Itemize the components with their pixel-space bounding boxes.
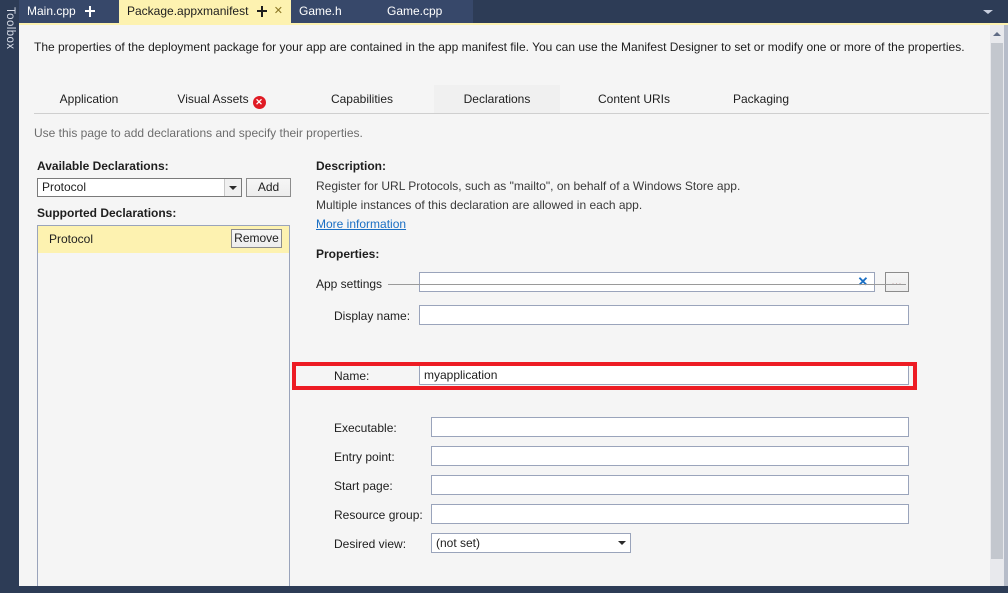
available-declarations-value: Protocol <box>42 180 87 194</box>
more-information-link[interactable]: More information <box>316 217 406 231</box>
tab-capabilities[interactable]: Capabilities <box>307 85 417 113</box>
designer-right-edge <box>1004 25 1008 586</box>
name-label: Name: <box>334 369 370 383</box>
document-tab-label: Game.cpp <box>387 4 443 18</box>
entry-point-input[interactable] <box>431 446 909 466</box>
name-input[interactable]: myapplication <box>419 365 909 385</box>
remove-declaration-button[interactable]: Remove <box>231 229 282 248</box>
start-page-label: Start page: <box>334 479 393 493</box>
name-value: myapplication <box>424 368 498 382</box>
tab-label: Content URIs <box>597 92 671 106</box>
tab-label: Declarations <box>463 92 531 106</box>
properties-label: Properties: <box>316 247 380 261</box>
entry-point-label: Entry point: <box>334 450 395 464</box>
tab-visual-assets[interactable]: Visual Assets ✕ <box>159 85 284 113</box>
resource-group-input[interactable] <box>431 504 909 524</box>
document-tab-label: Package.appxmanifest <box>127 4 249 18</box>
desired-view-combobox[interactable]: (not set) <box>431 533 631 553</box>
tab-label: Visual Assets <box>177 92 249 106</box>
logo-input[interactable]: ✕ <box>419 272 875 292</box>
tab-overflow-button[interactable] <box>978 0 998 23</box>
chevron-down-icon[interactable] <box>614 534 630 552</box>
page-hint-text: Use this page to add declarations and sp… <box>34 126 363 140</box>
display-name-input[interactable] <box>419 305 909 325</box>
document-tab-package-appxmanifest[interactable]: Package.appxmanifest ✕ <box>119 0 291 23</box>
supported-declarations-label: Supported Declarations: <box>37 206 177 220</box>
designer-tab-strip: Application Visual Assets ✕ Capabilities … <box>34 85 989 114</box>
document-tab-game-h[interactable]: Game.h <box>291 0 381 23</box>
list-item-label: Protocol <box>49 232 94 246</box>
app-settings-group-line <box>316 284 906 285</box>
executable-input[interactable] <box>431 417 909 437</box>
document-tab-game-cpp[interactable]: Game.cpp <box>379 0 473 23</box>
resource-group-label: Resource group: <box>334 508 423 522</box>
document-tab-label: Main.cpp <box>27 4 76 18</box>
pin-icon[interactable] <box>257 6 268 17</box>
vertical-scrollbar[interactable] <box>990 25 1004 586</box>
description-line-2: Multiple instances of this declaration a… <box>316 198 643 212</box>
description-label: Description: <box>316 159 387 173</box>
logo-browse-button[interactable]: … <box>885 272 909 292</box>
toolbox-label[interactable]: Toolbox <box>0 4 19 114</box>
desired-view-label: Desired view: <box>334 537 407 551</box>
tab-application[interactable]: Application <box>34 85 144 113</box>
document-tab-label: Game.h <box>299 4 342 18</box>
clear-icon[interactable]: ✕ <box>856 274 870 290</box>
tab-declarations[interactable]: Declarations <box>434 85 560 113</box>
desired-view-value: (not set) <box>436 536 481 550</box>
visual-studio-window: Toolbox Main.cpp Package.appxmanifest ✕ … <box>0 0 1008 593</box>
toolbox-strip[interactable]: Toolbox <box>0 0 19 593</box>
start-page-input[interactable] <box>431 475 909 495</box>
description-line-1: Register for URL Protocols, such as "mai… <box>316 179 741 193</box>
tab-label: Application <box>59 92 119 106</box>
document-tab-bar: Main.cpp Package.appxmanifest ✕ Game.h G… <box>19 0 1008 23</box>
document-tab-main-cpp[interactable]: Main.cpp <box>19 0 119 23</box>
designer-intro-text: The properties of the deployment package… <box>34 40 965 54</box>
available-declarations-label: Available Declarations: <box>37 159 169 173</box>
tab-label: Packaging <box>732 92 790 106</box>
pin-icon[interactable] <box>84 6 95 17</box>
display-name-label: Display name: <box>334 309 411 323</box>
scrollbar-thumb[interactable] <box>991 43 1003 559</box>
chevron-down-icon[interactable] <box>224 179 241 196</box>
scroll-up-button[interactable] <box>990 27 1004 41</box>
chevron-down-icon <box>983 9 993 14</box>
declarations-page: Use this page to add declarations and sp… <box>19 114 1008 586</box>
close-icon[interactable]: ✕ <box>274 0 283 23</box>
tab-content-uris[interactable]: Content URIs <box>574 85 694 113</box>
tab-packaging[interactable]: Packaging <box>706 85 816 113</box>
error-badge-icon: ✕ <box>252 96 266 109</box>
list-item[interactable]: Protocol Remove <box>38 226 289 253</box>
manifest-designer-surface: The properties of the deployment package… <box>19 23 1008 586</box>
window-bottom-chrome <box>0 586 1008 593</box>
add-declaration-button[interactable]: Add <box>246 178 291 197</box>
executable-label: Executable: <box>334 421 397 435</box>
tab-label: Capabilities <box>330 92 394 106</box>
available-declarations-combobox[interactable]: Protocol <box>37 178 242 197</box>
app-settings-legend: App settings <box>316 277 389 291</box>
supported-declarations-list[interactable]: Protocol Remove <box>37 225 290 586</box>
